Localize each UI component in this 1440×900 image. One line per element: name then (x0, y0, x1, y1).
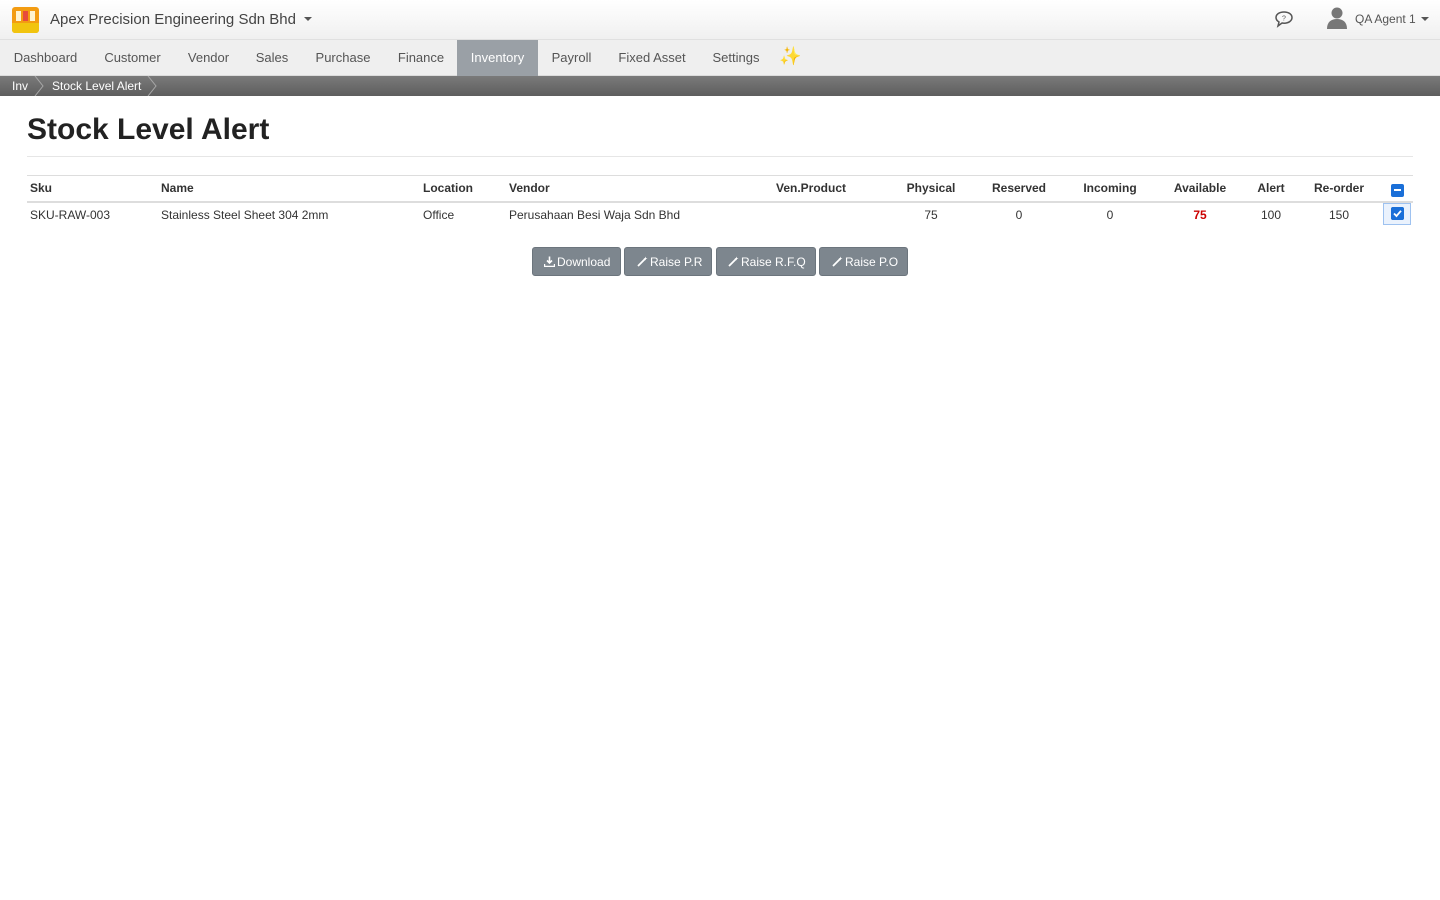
chevron-down-icon[interactable] (1421, 17, 1429, 21)
user-name[interactable]: QA Agent 1 (1355, 12, 1416, 26)
menu-item-sales[interactable]: Sales (243, 40, 301, 76)
menu-item-settings[interactable]: Settings (699, 40, 773, 76)
cell-sku: SKU-RAW-003 (30, 208, 111, 222)
magic-wand-icon (728, 256, 739, 267)
cell-reorder: 150 (1328, 208, 1350, 222)
top-bar: Apex Precision Engineering Sdn Bhd ? QA … (0, 0, 1440, 40)
magic-wand-icon (832, 256, 843, 267)
breadcrumb-inv[interactable]: Inv (12, 76, 28, 96)
raise-rfq-label: Raise R.F.Q (741, 255, 806, 269)
column-header-available: Available (1173, 181, 1227, 195)
divider (27, 175, 1413, 176)
menu-item-customer[interactable]: Customer (91, 40, 174, 76)
menu-item-fixed-asset[interactable]: Fixed Asset (605, 40, 699, 76)
menu-item-finance[interactable]: Finance (385, 40, 457, 76)
divider (27, 156, 1413, 157)
menu-item-vendor[interactable]: Vendor (174, 40, 243, 76)
menu-item-dashboard[interactable]: Dashboard (0, 40, 91, 76)
download-button[interactable]: Download (532, 247, 621, 276)
magic-wand-icon (637, 256, 648, 267)
chat-icon[interactable]: ? (1274, 10, 1294, 28)
column-header-physical: Physical (906, 181, 956, 195)
raise-po-button[interactable]: Raise P.O (819, 247, 908, 276)
main-menu: Dashboard Customer Vendor Sales Purchase… (0, 40, 1440, 76)
divider (27, 201, 1413, 203)
download-label: Download (557, 255, 611, 269)
chevron-right-icon (34, 76, 44, 96)
cell-vendor: Perusahaan Besi Waja Sdn Bhd (509, 208, 680, 222)
column-header-reorder: Re-order (1313, 181, 1365, 195)
menu-item-payroll[interactable]: Payroll (538, 40, 605, 76)
svg-text:?: ? (1282, 16, 1286, 23)
cell-physical: 75 (924, 208, 938, 222)
column-header-reserved: Reserved (991, 181, 1047, 195)
column-header-vendor: Vendor (509, 181, 550, 195)
cell-reserved: 0 (1015, 208, 1023, 222)
column-header-location: Location (423, 181, 473, 195)
column-header-name: Name (161, 181, 194, 195)
page-title: Stock Level Alert (27, 113, 270, 146)
column-header-alert: Alert (1257, 181, 1285, 195)
raise-rfq-button[interactable]: Raise R.F.Q (716, 247, 816, 276)
company-logo-icon[interactable] (12, 7, 39, 33)
chevron-down-icon[interactable] (304, 17, 312, 21)
breadcrumb: Inv Stock Level Alert (0, 76, 1440, 96)
cell-location: Office (423, 208, 455, 222)
row-select-checkbox[interactable] (1391, 207, 1404, 220)
raise-po-label: Raise P.O (845, 255, 899, 269)
menu-item-inventory[interactable]: Inventory (457, 40, 538, 76)
raise-pr-button[interactable]: Raise P.R (624, 247, 712, 276)
cell-name: Stainless Steel Sheet 304 2mm (161, 208, 329, 222)
column-header-incoming: Incoming (1083, 181, 1137, 195)
cell-incoming: 0 (1106, 208, 1114, 222)
raise-pr-label: Raise P.R (650, 255, 703, 269)
column-header-sku: Sku (30, 181, 53, 195)
select-all-checkbox[interactable] (1391, 184, 1404, 197)
sparkle-icon[interactable]: ✨ (779, 46, 801, 67)
company-name[interactable]: Apex Precision Engineering Sdn Bhd (50, 11, 296, 28)
download-icon (544, 256, 555, 268)
user-avatar-icon[interactable] (1326, 6, 1348, 30)
breadcrumb-stock-level-alert[interactable]: Stock Level Alert (52, 76, 141, 96)
column-header-ven-product: Ven.Product (776, 181, 847, 195)
cell-available: 75 (1193, 208, 1207, 222)
cell-alert: 100 (1260, 208, 1282, 222)
menu-item-purchase[interactable]: Purchase (301, 40, 385, 76)
chevron-right-icon (147, 76, 157, 96)
